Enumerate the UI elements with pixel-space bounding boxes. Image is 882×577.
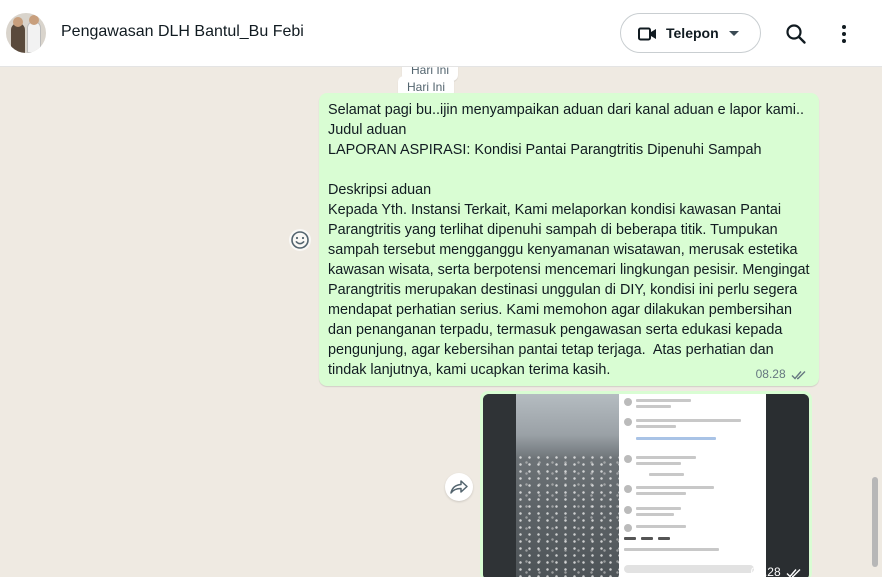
chevron-down-icon <box>729 31 739 36</box>
call-button-label: Telepon <box>666 25 719 41</box>
more-options-icon[interactable] <box>832 22 856 46</box>
contact-avatar[interactable] <box>6 13 46 53</box>
contact-name[interactable]: Pengawasan DLH Bantul_Bu Febi <box>61 23 304 41</box>
message-time: 08.28 <box>755 367 786 381</box>
search-icon[interactable] <box>784 22 808 46</box>
outgoing-image-message[interactable]: 08.28 <box>480 391 812 577</box>
video-camera-icon <box>638 27 656 41</box>
read-ticks-icon <box>791 370 806 380</box>
read-ticks-icon <box>786 568 801 577</box>
media-time: 08.28 <box>750 565 781 577</box>
media-meta: 08.28 <box>751 565 802 577</box>
outgoing-message[interactable]: Selamat pagi bu..ijin menyampaikan aduan… <box>319 93 819 386</box>
chat-area: Hari Ini Hari Ini Selamat pagi bu..ijin … <box>0 67 882 577</box>
forward-icon <box>450 480 468 494</box>
chat-scrollbar[interactable] <box>870 67 882 577</box>
comment-screenshot <box>619 394 766 577</box>
beach-photo <box>516 394 619 577</box>
scrollbar-thumb[interactable] <box>872 477 878 567</box>
call-button[interactable]: Telepon <box>620 13 761 53</box>
emoji-reaction-icon[interactable] <box>288 228 312 252</box>
chat-header: Pengawasan DLH Bantul_Bu Febi Telepon <box>0 0 882 67</box>
message-image[interactable] <box>483 394 809 577</box>
message-text: Selamat pagi bu..ijin menyampaikan aduan… <box>328 102 810 378</box>
message-meta: 08.28 <box>756 367 807 381</box>
forward-button[interactable] <box>445 473 473 501</box>
